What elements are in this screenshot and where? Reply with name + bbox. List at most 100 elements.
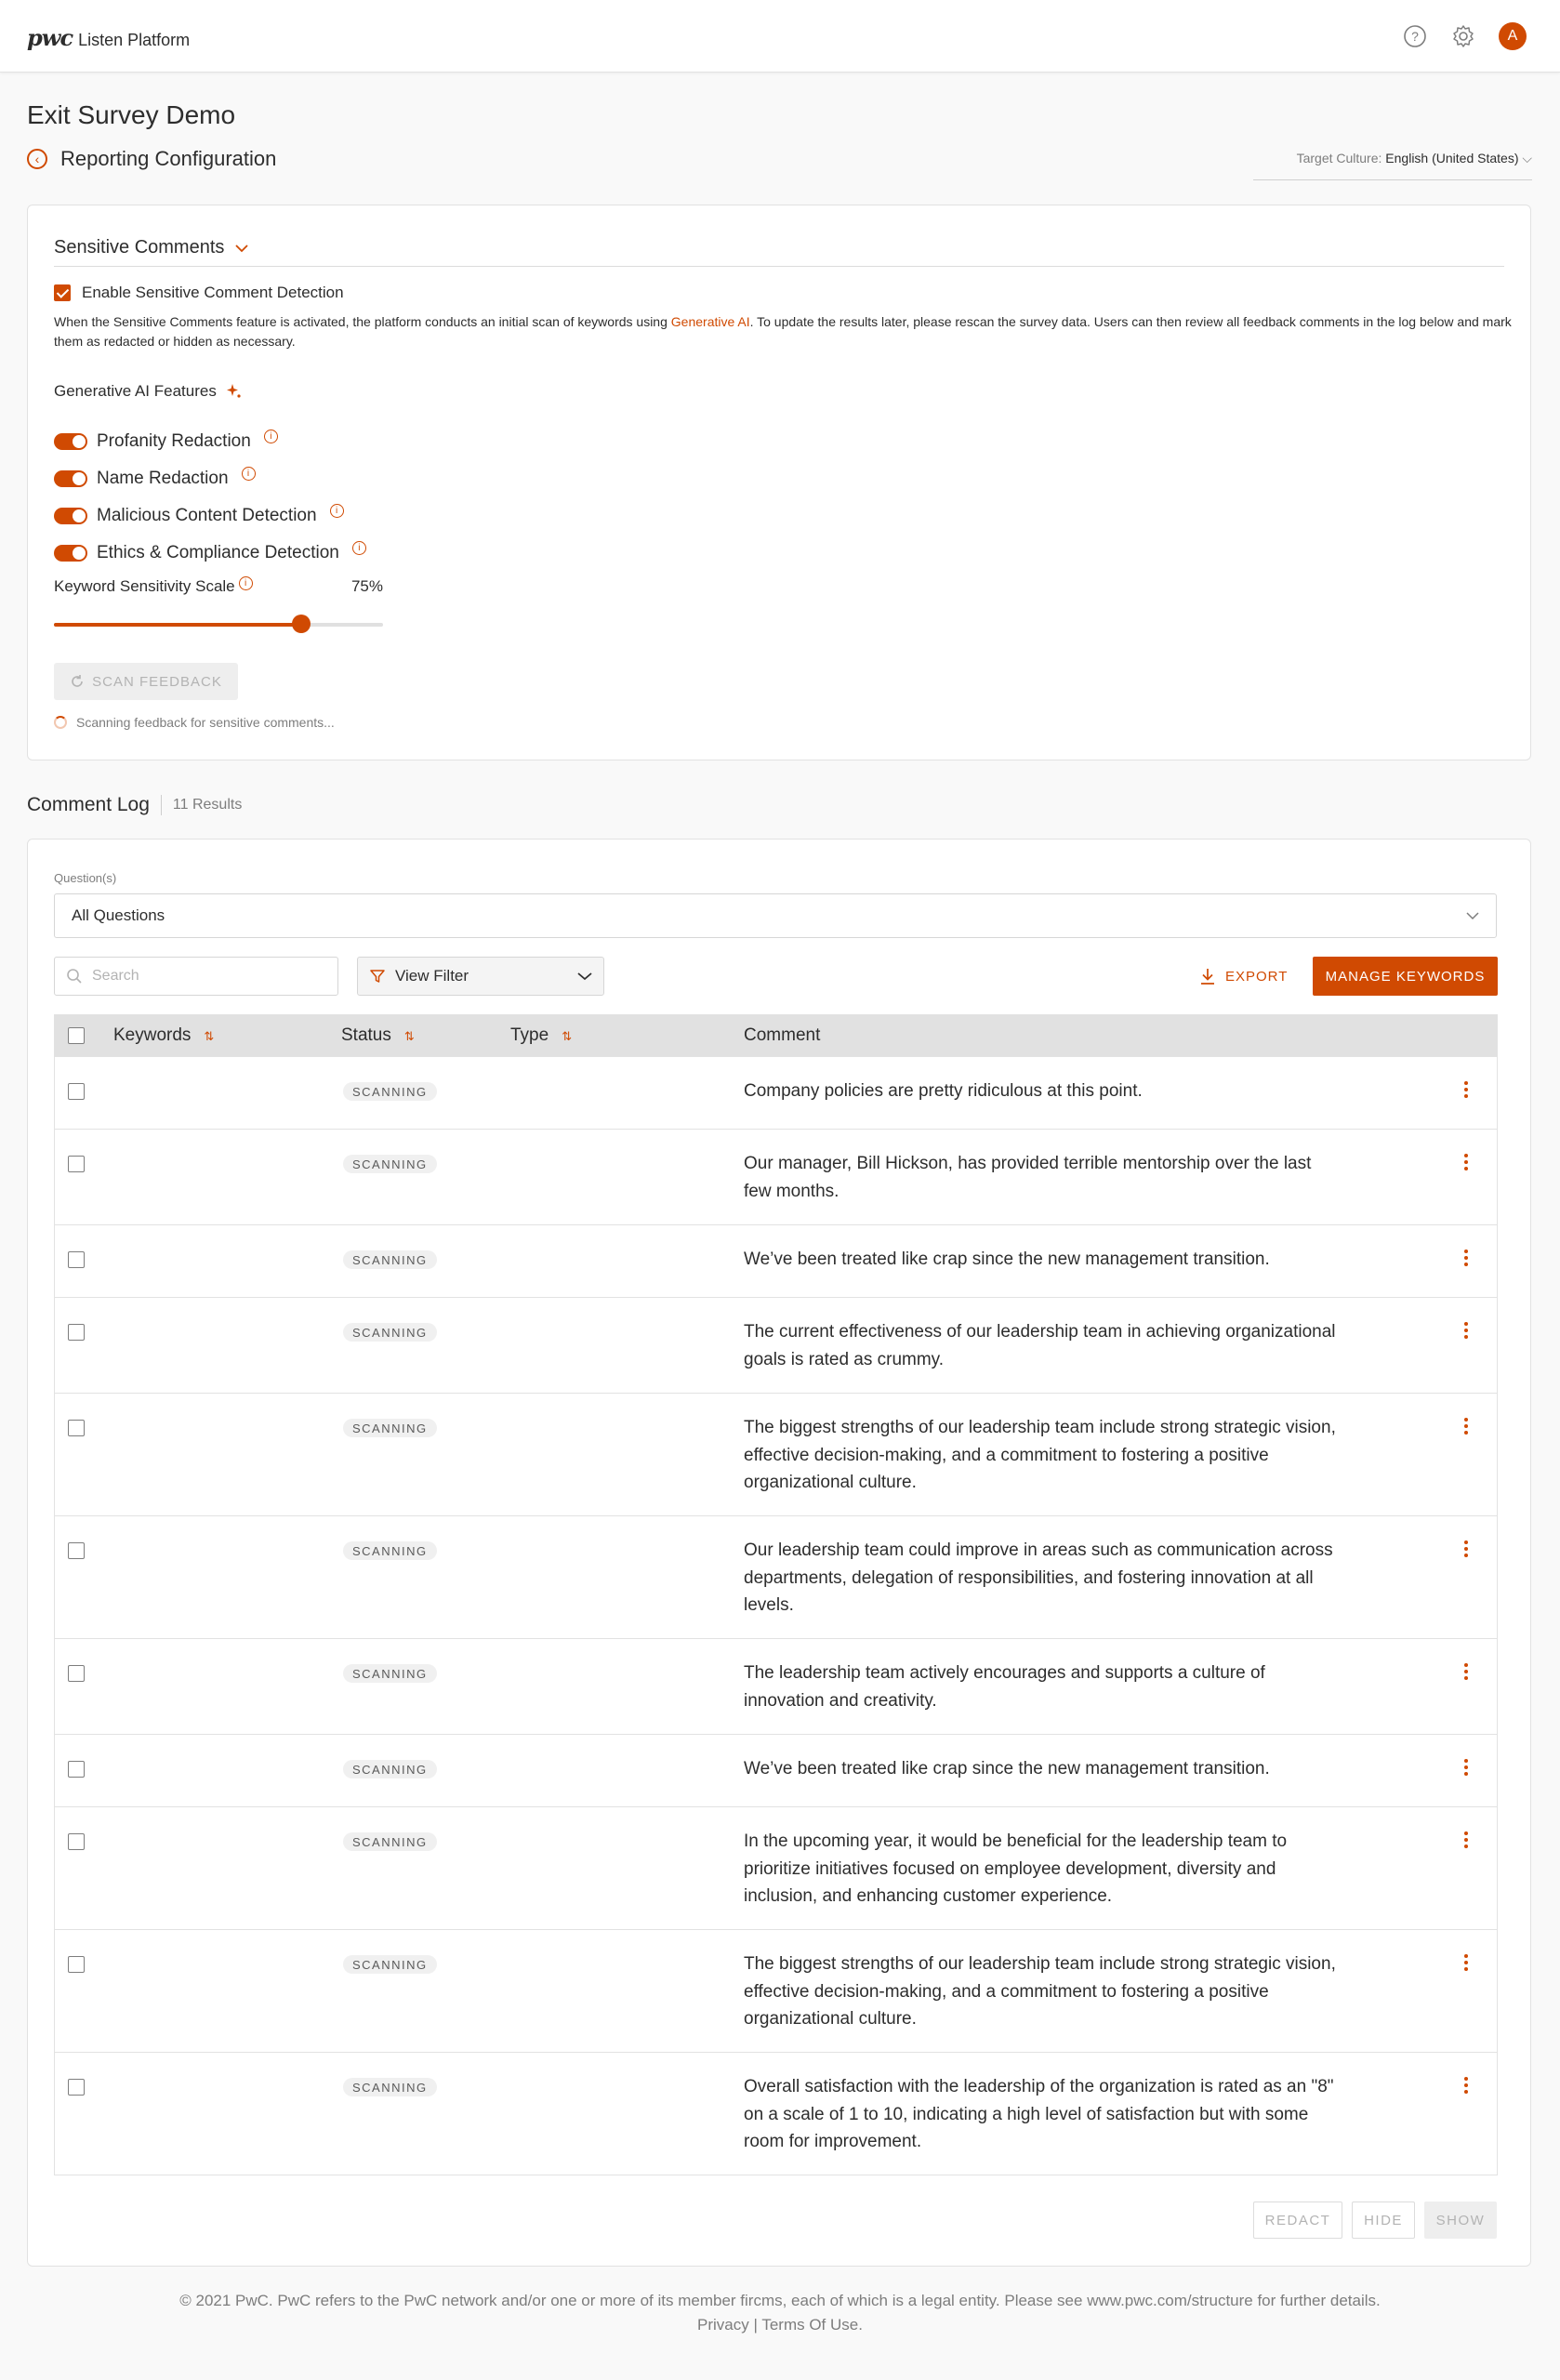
table-row[interactable]: SCANNING The biggest strengths of our lea…: [55, 1929, 1497, 2052]
footer: © 2021 PwC. PwC refers to the PwC networ…: [149, 2289, 1411, 2337]
slider-thumb[interactable]: [291, 615, 311, 633]
more-options-icon[interactable]: [1457, 1663, 1475, 1680]
table-row[interactable]: SCANNING Our manager, Bill Hickson, has p…: [55, 1129, 1497, 1224]
comment-text: The current effectiveness of our leaders…: [744, 1322, 1336, 1369]
toggle-switch[interactable]: [54, 545, 87, 562]
search-icon: [67, 969, 82, 984]
more-options-icon[interactable]: [1457, 1322, 1475, 1339]
info-icon[interactable]: i: [329, 503, 344, 518]
more-options-icon[interactable]: [1457, 2077, 1475, 2094]
sensitivity-slider[interactable]: [54, 615, 383, 633]
sort-icon[interactable]: ⇅: [404, 1029, 415, 1043]
sensitive-comments-header[interactable]: Sensitive Comments: [54, 237, 1504, 267]
row-checkbox[interactable]: [68, 2079, 85, 2096]
desc-text: When the Sensitive Comments feature is a…: [54, 314, 671, 329]
filter-icon: [370, 970, 385, 983]
pwc-logo-mark: pwc: [27, 24, 73, 51]
table-row[interactable]: SCANNING The biggest strengths of our lea…: [55, 1393, 1497, 1515]
row-checkbox[interactable]: [68, 1324, 85, 1341]
table-row[interactable]: SCANNING We’ve been treated like crap sin…: [55, 1224, 1497, 1297]
avatar[interactable]: A: [1499, 22, 1527, 50]
more-options-icon[interactable]: [1457, 1759, 1475, 1776]
row-checkbox[interactable]: [68, 1083, 85, 1100]
sort-icon[interactable]: ⇅: [204, 1029, 214, 1043]
comment-text: The leadership team actively encourages …: [744, 1663, 1265, 1711]
enable-detection-checkbox[interactable]: [54, 284, 71, 301]
info-icon[interactable]: i: [238, 576, 253, 590]
feature-label: Ethics & Compliance Detection: [97, 543, 339, 562]
type-column-header[interactable]: Type ⇅: [510, 1025, 572, 1046]
help-icon[interactable]: ?: [1402, 23, 1428, 49]
refresh-icon: [72, 675, 83, 687]
footer-text: © 2021 PwC. PwC refers to the PwC networ…: [179, 2292, 1381, 2309]
toggle-switch[interactable]: [54, 508, 87, 524]
divider: [160, 795, 162, 815]
more-options-icon[interactable]: [1457, 1154, 1475, 1170]
table-row[interactable]: SCANNING Overall satisfaction with the le…: [55, 2052, 1497, 2175]
comment-text: The biggest strengths of our leadership …: [744, 1954, 1336, 2029]
info-icon[interactable]: i: [241, 466, 256, 481]
comment-text: In the upcoming year, it would be benefi…: [744, 1831, 1288, 1906]
more-options-icon[interactable]: [1457, 1081, 1475, 1098]
toggle-switch[interactable]: [54, 433, 87, 450]
show-button[interactable]: SHOW: [1424, 2202, 1497, 2239]
table-row[interactable]: SCANNING Our leadership team could improv…: [55, 1515, 1497, 1638]
status-column-header[interactable]: Status ⇅: [341, 1025, 415, 1046]
row-checkbox[interactable]: [68, 1420, 85, 1436]
gear-icon[interactable]: [1450, 23, 1476, 49]
status-badge: SCANNING: [343, 2078, 437, 2096]
table-row[interactable]: SCANNING The current effectiveness of our…: [55, 1297, 1497, 1393]
view-filter-select[interactable]: View Filter: [357, 957, 604, 996]
export-button[interactable]: EXPORT: [1199, 957, 1288, 996]
table-row[interactable]: SCANNING Company policies are pretty ridi…: [55, 1056, 1497, 1129]
question-select[interactable]: All Questions: [54, 893, 1497, 938]
more-options-icon[interactable]: [1457, 1954, 1475, 1971]
row-checkbox[interactable]: [68, 1251, 85, 1268]
feature-toggle-row: Malicious Content Detection i: [54, 497, 366, 535]
status-badge: SCANNING: [343, 1541, 437, 1560]
info-icon[interactable]: i: [351, 540, 366, 555]
sensitive-comments-card: Sensitive Comments Enable Sensitive Comm…: [27, 205, 1531, 760]
comment-text: Overall satisfaction with the leadership…: [744, 2077, 1334, 2151]
select-all-checkbox[interactable]: [68, 1027, 85, 1044]
search-input[interactable]: Search: [54, 957, 338, 996]
search-placeholder: Search: [92, 968, 139, 984]
logo[interactable]: pwc Listen Platform: [27, 24, 190, 51]
row-checkbox[interactable]: [68, 1156, 85, 1172]
toggle-switch[interactable]: [54, 470, 87, 487]
sensitivity-label: Keyword Sensitivity Scale: [54, 577, 235, 595]
top-bar: pwc Listen Platform ? A: [0, 0, 1560, 73]
table-row[interactable]: SCANNING We’ve been treated like crap sin…: [55, 1734, 1497, 1806]
hide-button[interactable]: HIDE: [1352, 2202, 1415, 2239]
scan-feedback-button[interactable]: SCAN FEEDBACK: [54, 663, 238, 700]
target-culture-select[interactable]: Target Culture: English (United States) …: [1253, 151, 1532, 180]
view-filter-label: View Filter: [395, 967, 469, 985]
page-title: Exit Survey Demo: [27, 100, 236, 129]
status-badge: SCANNING: [343, 1955, 437, 1974]
download-icon: [1201, 969, 1214, 985]
row-checkbox[interactable]: [68, 1665, 85, 1682]
terms-link[interactable]: Terms Of Use.: [761, 2316, 863, 2334]
privacy-link[interactable]: Privacy: [697, 2316, 749, 2334]
more-options-icon[interactable]: [1457, 1250, 1475, 1266]
chevron-down-icon: [1466, 912, 1479, 920]
redact-button[interactable]: REDACT: [1253, 2202, 1342, 2239]
generative-ai-link[interactable]: Generative AI: [671, 314, 750, 329]
back-arrow-icon[interactable]: ‹: [27, 149, 47, 169]
row-checkbox[interactable]: [68, 1761, 85, 1778]
table-row[interactable]: SCANNING The leadership team actively enc…: [55, 1638, 1497, 1734]
row-checkbox[interactable]: [68, 1542, 85, 1559]
manage-keywords-button[interactable]: MANAGE KEYWORDS: [1313, 957, 1498, 996]
more-options-icon[interactable]: [1457, 1540, 1475, 1557]
keywords-column-header[interactable]: Keywords ⇅: [113, 1025, 214, 1046]
more-options-icon[interactable]: [1457, 1418, 1475, 1435]
status-badge: SCANNING: [343, 1760, 437, 1778]
row-checkbox[interactable]: [68, 1833, 85, 1850]
row-checkbox[interactable]: [68, 1956, 85, 1973]
status-badge: SCANNING: [343, 1664, 437, 1683]
sort-icon[interactable]: ⇅: [562, 1029, 572, 1043]
info-icon[interactable]: i: [263, 429, 278, 443]
table-row[interactable]: SCANNING In the upcoming year, it would b…: [55, 1806, 1497, 1929]
sensitivity-value: 75%: [350, 577, 383, 595]
more-options-icon[interactable]: [1457, 1831, 1475, 1848]
